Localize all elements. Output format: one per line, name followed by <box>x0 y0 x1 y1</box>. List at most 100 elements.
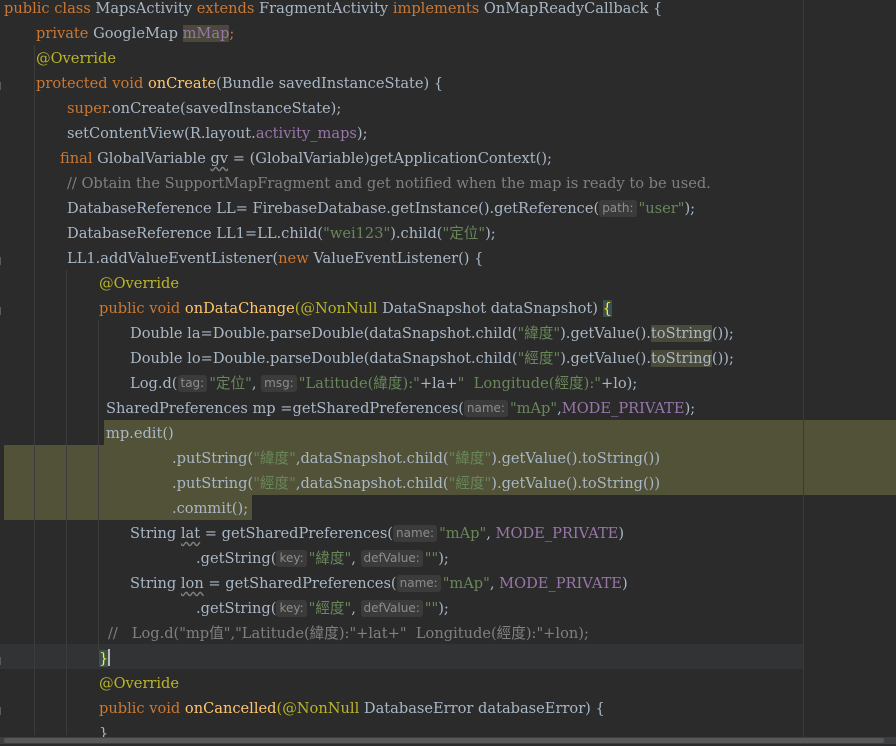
code-text: = getSharedPreferences( <box>200 525 394 542</box>
code-line[interactable]: Double la=Double.parseDouble(dataSnapsho… <box>130 321 734 346</box>
code-line[interactable]: String lon = getSharedPreferences(name: "… <box>130 571 628 596</box>
code-line[interactable]: .putString("緯度",dataSnapshot.child("緯度")… <box>172 446 660 471</box>
code-string: "經度" <box>448 475 492 492</box>
code-text: Log.d( <box>130 375 178 392</box>
parameter-hint: defValue: <box>360 600 423 617</box>
code-text: Double la=Double.parseDouble(dataSnapsho… <box>130 325 518 342</box>
code-line[interactable]: } <box>99 646 111 671</box>
code-text: ).getValue(). <box>560 350 651 367</box>
fold-marker[interactable] <box>0 657 4 665</box>
code-string: "" <box>424 550 439 567</box>
code-text: .putString( <box>172 475 254 492</box>
code-annotation: (@NonNull <box>276 700 364 717</box>
code-warning: toString <box>650 325 712 342</box>
code-text: , <box>351 550 361 567</box>
code-annotation: @Override <box>36 50 117 67</box>
code-string: "緯度" <box>308 550 352 567</box>
code-line[interactable]: DatabaseReference LL1=LL.child("wei123")… <box>67 221 496 246</box>
fold-marker[interactable] <box>0 707 4 715</box>
code-field: MODE_PRIVATE <box>495 525 619 542</box>
code-variable: gv <box>210 150 229 167</box>
fold-marker[interactable] <box>0 257 4 265</box>
code-class-name: MapsActivity <box>95 0 197 17</box>
code-text: String <box>130 525 181 542</box>
parameter-hint: defValue: <box>360 550 423 567</box>
parameter-hint: key: <box>276 550 307 567</box>
code-editor[interactable]: public class MapsActivity extends Fragme… <box>0 0 896 744</box>
code-text: DataSnapshot dataSnapshot) <box>382 300 603 317</box>
code-variable: lon <box>180 575 204 592</box>
code-line[interactable]: .getString(key: "緯度", defValue: ""); <box>196 546 449 571</box>
indent-guide <box>66 270 67 735</box>
code-text: +lo); <box>600 375 638 392</box>
code-string: "wei123" <box>323 225 391 242</box>
code-keyword: protected void <box>36 75 148 92</box>
code-text: +la+ <box>419 375 458 392</box>
code-line[interactable]: Double lo=Double.parseDouble(dataSnapsho… <box>130 346 734 371</box>
indent-guide <box>98 320 99 650</box>
code-line[interactable]: SharedPreferences mp =getSharedPreferenc… <box>106 396 695 421</box>
code-method-name: onCancelled <box>184 700 277 717</box>
code-text: String <box>130 575 181 592</box>
code-line[interactable]: private GoogleMap mMap; <box>36 21 234 46</box>
parameter-hint: msg: <box>261 375 297 392</box>
code-type: FragmentActivity <box>259 0 393 17</box>
code-text: ).child( <box>390 225 443 242</box>
code-text: .getString( <box>196 550 277 567</box>
code-field: MODE_PRIVATE <box>561 400 685 417</box>
code-line[interactable]: final GlobalVariable gv = (GlobalVariabl… <box>60 146 552 171</box>
code-line[interactable]: .putString("經度",dataSnapshot.child("經度")… <box>172 471 660 496</box>
code-text: Double lo=Double.parseDouble(dataSnapsho… <box>130 350 518 367</box>
code-line[interactable]: super.onCreate(savedInstanceState); <box>67 96 341 121</box>
code-line[interactable]: setContentView(R.layout.activity_maps); <box>67 121 368 146</box>
matched-brace: { <box>602 300 612 317</box>
code-line[interactable]: mp.edit() <box>106 421 174 446</box>
code-line[interactable]: protected void onCreate(Bundle savedInst… <box>36 71 443 96</box>
code-keyword: new <box>278 250 314 267</box>
code-text: ); <box>356 125 368 142</box>
scrollbar-thumb[interactable] <box>4 738 884 743</box>
code-text: , <box>251 375 262 392</box>
code-text: GlobalVariable <box>97 150 211 167</box>
fold-marker[interactable] <box>0 82 4 90</box>
code-line[interactable]: public class MapsActivity extends Fragme… <box>4 0 662 21</box>
code-text: .getString( <box>196 600 277 617</box>
code-variable: lat <box>180 525 201 542</box>
code-text: ).getValue().toString()) <box>491 450 661 467</box>
code-text: , <box>351 600 361 617</box>
code-line[interactable]: .commit(); <box>172 496 248 521</box>
selection-block <box>104 420 896 445</box>
code-text: .commit(); <box>172 500 249 517</box>
code-keyword: super <box>67 100 108 117</box>
code-line[interactable]: @Override <box>99 671 179 696</box>
code-string: "經度" <box>253 475 296 492</box>
code-line[interactable]: Log.d(tag: "定位", msg: "Latitude(緯度):"+la+"… <box>130 371 637 396</box>
code-keyword: public void <box>99 700 185 717</box>
code-line[interactable]: String lat = getSharedPreferences(name: "… <box>130 521 624 546</box>
code-line[interactable]: DatabaseReference LL= FirebaseDatabase.g… <box>67 196 695 221</box>
code-line[interactable]: public void onDataChange(@NonNull DataSn… <box>99 296 612 321</box>
code-line[interactable]: .getString(key: "經度", defValue: ""); <box>196 596 449 621</box>
code-string: "Latitude(緯度):" <box>298 375 420 392</box>
code-string: "緯度" <box>448 450 492 467</box>
code-annotation: @Override <box>99 275 180 292</box>
code-string: "經度" <box>308 600 352 617</box>
code-text: ); <box>485 225 496 242</box>
code-text: ValueEventListener() { <box>313 250 484 267</box>
parameter-hint: tag: <box>177 375 208 392</box>
parameter-hint: name: <box>396 575 441 592</box>
code-line[interactable]: // Obtain the SupportMapFragment and get… <box>67 171 711 196</box>
code-text: (Bundle savedInstanceState) { <box>216 75 444 92</box>
fold-marker[interactable] <box>0 307 4 315</box>
code-line[interactable]: LL1.addValueEventListener(new ValueEvent… <box>67 246 483 271</box>
code-text: ).getValue().toString()) <box>491 475 661 492</box>
code-line[interactable]: @Override <box>99 271 179 296</box>
code-text: , <box>489 575 500 592</box>
code-method-name: onCreate <box>147 75 217 92</box>
code-text: ) <box>618 525 625 542</box>
code-field: activity_maps <box>255 125 357 142</box>
code-type: OnMapReadyCallback { <box>483 0 663 17</box>
code-line[interactable]: public void onCancelled(@NonNull Databas… <box>99 696 605 721</box>
code-line[interactable]: // Log.d("mp值","Latitude(緯度):"+lat+" Lon… <box>108 621 589 646</box>
code-line[interactable]: @Override <box>36 46 116 71</box>
